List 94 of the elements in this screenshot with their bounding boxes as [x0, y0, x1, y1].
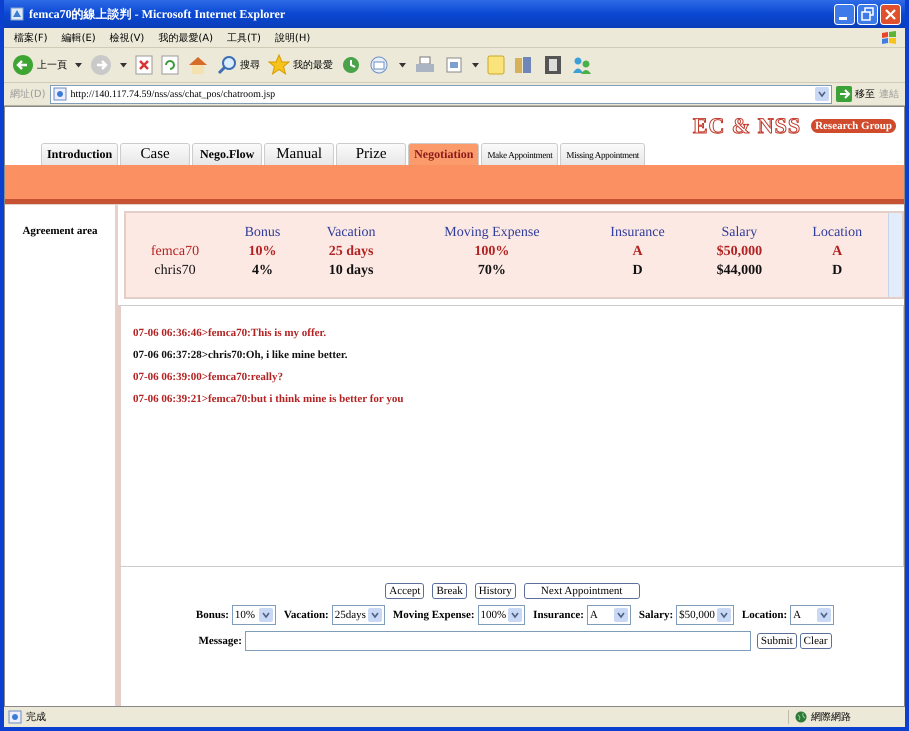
page-icon — [8, 710, 22, 724]
search-icon — [217, 55, 237, 75]
dropdown[interactable]: 100% — [478, 605, 526, 625]
table-cell-text: $44,000 — [716, 262, 764, 280]
column-header: Moving Expense — [443, 224, 541, 242]
action-button[interactable]: Accept — [385, 583, 424, 599]
restore-icon[interactable] — [857, 4, 878, 24]
field-label: Bonus: — [196, 609, 229, 621]
dropdown[interactable]: $50,000 — [676, 605, 734, 625]
favorites-button[interactable]: 我的最愛 — [268, 54, 333, 76]
address-label: 網址(D) — [10, 88, 46, 101]
minimize-icon[interactable] — [834, 4, 855, 24]
table-cell-text: 100% — [473, 243, 510, 261]
nav-tab[interactable]: Manual — [264, 143, 334, 165]
action-button[interactable]: Next Appointment — [524, 583, 640, 599]
caret-icon[interactable] — [75, 62, 82, 68]
go-button[interactable]: 移至 — [836, 86, 875, 102]
globe-icon — [795, 711, 807, 723]
table-cell-text: 10% — [247, 243, 278, 261]
home-icon[interactable] — [187, 55, 209, 75]
chat-message: 07-06 06:36:46>femca70:This is my offer. — [133, 326, 328, 341]
close-icon[interactable] — [880, 4, 901, 24]
address-field[interactable]: http://140.117.74.59/nss/ass/chat_pos/chatroom.jsp — [50, 84, 832, 104]
column-header: Salary — [720, 224, 758, 242]
message-field[interactable] — [244, 631, 751, 651]
menu-item[interactable]: 檢視(V) — [110, 30, 144, 44]
nav-tab[interactable]: Case — [120, 143, 190, 165]
nav-tab[interactable]: Negotiation — [408, 143, 480, 165]
zone-text: 網際網路 — [811, 711, 851, 724]
table-cell-text: A — [831, 243, 844, 261]
column-header: Vacation — [326, 224, 377, 242]
logo-title: EC & NSS — [692, 113, 802, 139]
field-label: Salary: — [638, 609, 674, 621]
go-arrow-icon — [836, 86, 852, 102]
chat-message: 07-06 06:39:00>femca70:really? — [133, 370, 284, 385]
field-label: Vacation: — [284, 609, 329, 621]
printer-icon[interactable] — [414, 55, 436, 75]
sidebar-label: Agreement area — [5, 205, 118, 706]
dropdown[interactable]: A — [790, 605, 834, 625]
field-label: Moving Expense: — [392, 609, 474, 621]
field-label: Message: — [198, 635, 242, 647]
party-name: femca70 — [150, 243, 200, 261]
action-button[interactable]: History — [474, 583, 516, 599]
refresh-icon[interactable] — [161, 55, 179, 75]
field-label: Location: — [742, 609, 788, 621]
search-button[interactable]: 搜尋 — [217, 55, 260, 75]
nav-tab[interactable]: Missing Appointment — [560, 143, 645, 165]
caret-icon[interactable] — [399, 62, 406, 68]
dropdown[interactable]: 10% — [232, 605, 276, 625]
star-icon — [268, 54, 290, 76]
party-name: chris70 — [153, 262, 197, 280]
column-header: Bonus — [244, 224, 282, 242]
page-icon — [52, 87, 67, 101]
table-cell-text: D — [631, 262, 644, 280]
film-icon[interactable] — [543, 55, 563, 75]
table-cell-text: 70% — [476, 262, 507, 280]
dropdown[interactable]: A — [586, 605, 631, 625]
stop-icon[interactable] — [135, 55, 153, 75]
table-cell-text: A — [631, 243, 644, 261]
action-button[interactable]: Break — [432, 583, 467, 599]
caret-icon[interactable] — [472, 62, 479, 68]
nav-tab[interactable]: Introduction — [41, 143, 118, 165]
table-cell-text: D — [831, 262, 844, 280]
table-cell-text: 4% — [250, 262, 274, 280]
table-cell-text: 10 days — [328, 262, 374, 280]
table-cell-text: 25 days — [328, 243, 374, 261]
nav-tab[interactable]: Prize — [336, 143, 406, 165]
form-button[interactable]: Submit — [756, 633, 797, 649]
nav-tab[interactable]: Make Appointment — [481, 143, 558, 165]
caret-icon[interactable] — [120, 62, 127, 68]
logo-subtitle: Research Group — [811, 119, 896, 133]
nav-tab[interactable]: Nego.Flow — [192, 143, 262, 165]
column-header: Location — [811, 224, 864, 242]
window-title: femca70的線上談判 - Microsoft Internet Explorer — [29, 6, 286, 22]
messenger-icon[interactable] — [571, 55, 593, 75]
chat-message: 07-06 06:39:21>femca70:but i think mine is better for you — [133, 392, 404, 407]
status-text: 完成 — [26, 710, 46, 724]
windows-logo-icon — [881, 30, 897, 46]
menu-item[interactable]: 說明(H) — [274, 30, 310, 44]
menu-item[interactable]: 編輯(E) — [62, 30, 96, 44]
form-button[interactable]: Clear — [800, 633, 832, 649]
document-icon[interactable] — [444, 55, 464, 75]
menu-item[interactable]: 檔案(F) — [14, 30, 48, 44]
history-icon[interactable] — [341, 55, 361, 75]
field-label: Insurance: — [533, 609, 584, 621]
scrollbar[interactable] — [888, 213, 902, 297]
table-cell-text: $50,000 — [716, 243, 764, 261]
menu-item[interactable]: 我的最愛(A) — [158, 30, 213, 44]
dropdown[interactable]: 25days — [332, 605, 385, 625]
chat-message: 07-06 06:37:28>chris70:Oh, i like mine better. — [133, 348, 349, 363]
back-button[interactable]: 上一頁 — [12, 54, 67, 76]
menu-item[interactable]: 工具(T) — [227, 30, 261, 44]
browser-icon — [10, 7, 24, 21]
column-header: Insurance — [609, 224, 666, 242]
